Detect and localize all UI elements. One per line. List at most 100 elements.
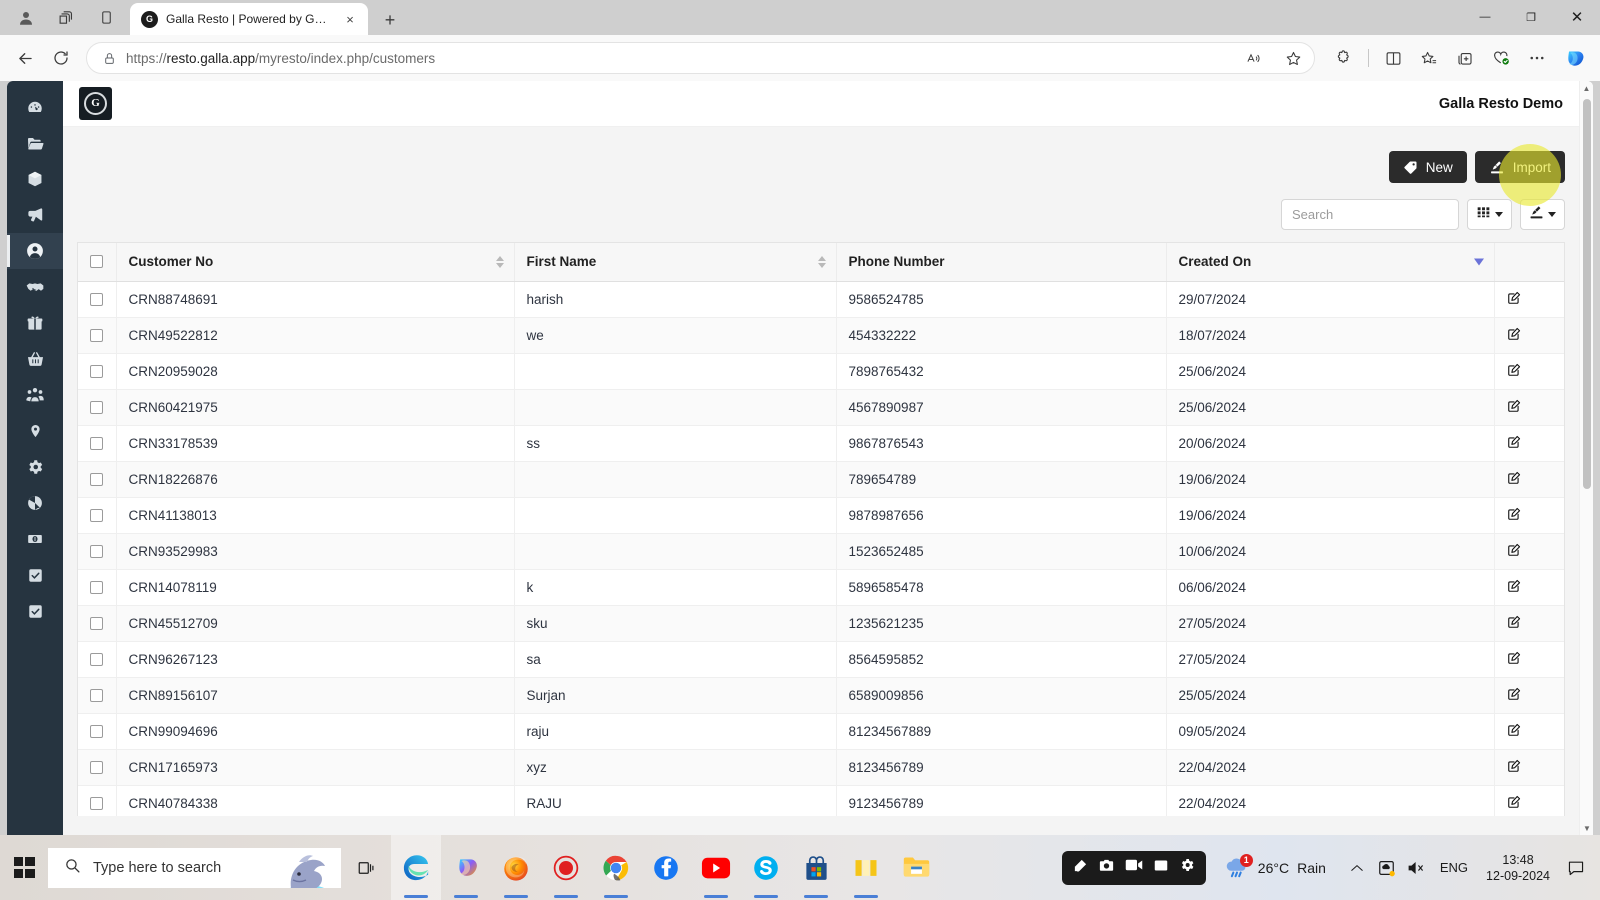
pen-icon[interactable] bbox=[1073, 858, 1088, 878]
row-checkbox[interactable] bbox=[90, 688, 103, 702]
table-row[interactable]: CRN40784338 RAJU 9123456789 22/04/2024 bbox=[78, 785, 1564, 816]
sidebar-item-inventory[interactable] bbox=[7, 161, 63, 197]
table-row[interactable]: CRN33178539 ss 9867876543 20/06/2024 bbox=[78, 425, 1564, 462]
taskbar-app-skype[interactable] bbox=[741, 835, 791, 900]
browser-essentials-icon[interactable] bbox=[1484, 41, 1518, 75]
search-input[interactable] bbox=[1281, 199, 1459, 230]
screen-capture-toolbar[interactable] bbox=[1061, 850, 1206, 885]
taskbar-app-app-yellow[interactable] bbox=[841, 835, 891, 900]
row-checkbox[interactable] bbox=[90, 472, 103, 486]
column-header-created-on[interactable]: Created On bbox=[1166, 243, 1495, 282]
favorites-icon[interactable] bbox=[1412, 41, 1446, 75]
chevron-up-icon[interactable] bbox=[1342, 853, 1372, 883]
collections-icon[interactable] bbox=[1448, 41, 1482, 75]
row-checkbox[interactable] bbox=[90, 364, 103, 378]
table-row[interactable]: CRN41138013 9878987656 19/06/2024 bbox=[78, 497, 1564, 534]
sidebar-item-dashboard[interactable] bbox=[7, 89, 63, 125]
table-row[interactable]: CRN20959028 7898765432 25/06/2024 bbox=[78, 353, 1564, 390]
taskbar-app-microsoft-copilot[interactable] bbox=[441, 835, 491, 900]
sidebar-item-loyalty[interactable] bbox=[7, 305, 63, 341]
more-options-icon[interactable] bbox=[1520, 41, 1554, 75]
table-row[interactable]: CRN49522812 we 454332222 18/07/2024 bbox=[78, 317, 1564, 354]
row-checkbox[interactable] bbox=[90, 724, 103, 738]
maximize-button[interactable]: ❐ bbox=[1508, 0, 1554, 34]
edit-square-icon[interactable] bbox=[1507, 723, 1521, 740]
row-checkbox[interactable] bbox=[90, 544, 103, 558]
weather-widget[interactable]: 1 26°C Rain bbox=[1224, 853, 1326, 879]
workspaces-icon[interactable] bbox=[46, 0, 86, 35]
star-icon[interactable] bbox=[1278, 43, 1308, 73]
windows-start-icon[interactable] bbox=[0, 835, 48, 900]
sidebar-item-customers[interactable] bbox=[7, 233, 63, 269]
edit-square-icon[interactable] bbox=[1507, 759, 1521, 776]
taskbar-app-microsoft-store[interactable] bbox=[791, 835, 841, 900]
row-checkbox[interactable] bbox=[90, 616, 103, 630]
taskbar-app-google-chrome[interactable] bbox=[591, 835, 641, 900]
sidebar-item-reports[interactable] bbox=[7, 485, 63, 521]
row-checkbox[interactable] bbox=[90, 328, 103, 342]
copilot-icon[interactable] bbox=[1556, 41, 1592, 75]
row-checkbox[interactable] bbox=[90, 580, 103, 594]
taskbar-app-microsoft-edge[interactable] bbox=[391, 835, 441, 900]
new-button[interactable]: New bbox=[1388, 151, 1467, 183]
column-header-customer-no[interactable]: Customer No bbox=[116, 243, 515, 282]
sidebar-item-settings[interactable] bbox=[7, 449, 63, 485]
table-row[interactable]: CRN45512709 sku 1235621235 27/05/2024 bbox=[78, 605, 1564, 642]
table-row[interactable]: CRN14078119 k 5896585478 06/06/2024 bbox=[78, 569, 1564, 606]
close-tab-icon[interactable]: × bbox=[340, 9, 360, 29]
gear-icon[interactable] bbox=[1179, 857, 1195, 878]
edit-square-icon[interactable] bbox=[1507, 471, 1521, 488]
edit-square-icon[interactable] bbox=[1507, 327, 1521, 344]
column-visibility-button[interactable] bbox=[1467, 199, 1512, 230]
taskbar-app-file-explorer[interactable] bbox=[891, 835, 941, 900]
sidebar-item-orders[interactable] bbox=[7, 341, 63, 377]
sidebar-item-staff[interactable] bbox=[7, 377, 63, 413]
close-window-button[interactable]: ✕ bbox=[1554, 0, 1600, 34]
taskbar-app-youtube[interactable] bbox=[691, 835, 741, 900]
column-header-phone-number[interactable]: Phone Number bbox=[836, 243, 1167, 282]
onedrive-icon[interactable] bbox=[1372, 853, 1402, 883]
page-scrollbar[interactable]: ▲ ▼ bbox=[1579, 81, 1593, 835]
taskbar-app-mozilla-firefox[interactable] bbox=[491, 835, 541, 900]
edit-square-icon[interactable] bbox=[1507, 363, 1521, 380]
volume-muted-icon[interactable] bbox=[1402, 853, 1432, 883]
column-header-first-name[interactable]: First Name bbox=[514, 243, 837, 282]
edit-square-icon[interactable] bbox=[1507, 795, 1521, 812]
row-checkbox[interactable] bbox=[90, 796, 103, 810]
table-row[interactable]: CRN99094696 raju 81234567889 09/05/2024 bbox=[78, 713, 1564, 750]
edit-square-icon[interactable] bbox=[1507, 435, 1521, 452]
edit-square-icon[interactable] bbox=[1507, 579, 1521, 596]
table-row[interactable]: CRN18226876 789654789 19/06/2024 bbox=[78, 461, 1564, 498]
edit-square-icon[interactable] bbox=[1507, 651, 1521, 668]
task-view-icon[interactable] bbox=[341, 835, 391, 900]
notification-icon[interactable] bbox=[1560, 853, 1592, 883]
split-screen-icon[interactable] bbox=[1376, 41, 1410, 75]
sidebar-item-approvals[interactable] bbox=[7, 593, 63, 629]
scrollbar-thumb[interactable] bbox=[1583, 99, 1591, 489]
table-row[interactable]: CRN89156107 Surjan 6589009856 25/05/2024 bbox=[78, 677, 1564, 714]
table-row[interactable]: CRN93529983 1523652485 10/06/2024 bbox=[78, 533, 1564, 570]
row-checkbox[interactable] bbox=[90, 400, 103, 414]
export-button[interactable] bbox=[1520, 199, 1565, 230]
scroll-down-arrow[interactable]: ▼ bbox=[1580, 821, 1593, 835]
sidebar-item-locations[interactable] bbox=[7, 413, 63, 449]
table-row[interactable]: CRN96267123 sa 8564595852 27/05/2024 bbox=[78, 641, 1564, 678]
edit-square-icon[interactable] bbox=[1507, 687, 1521, 704]
row-checkbox[interactable] bbox=[90, 652, 103, 666]
row-checkbox[interactable] bbox=[90, 508, 103, 522]
edit-square-icon[interactable] bbox=[1507, 507, 1521, 524]
language-indicator[interactable]: ENG bbox=[1432, 860, 1476, 875]
sidebar-item-suppliers[interactable] bbox=[7, 269, 63, 305]
row-checkbox[interactable] bbox=[90, 436, 103, 450]
brand-logo-icon[interactable]: G bbox=[79, 87, 112, 120]
camera-icon[interactable] bbox=[1098, 858, 1115, 878]
taskbar-clock[interactable]: 13:48 12-09-2024 bbox=[1476, 852, 1560, 884]
video-icon[interactable] bbox=[1125, 858, 1143, 877]
table-row[interactable]: CRN88748691 harish 9586524785 29/07/2024 bbox=[78, 281, 1564, 318]
refresh-icon[interactable] bbox=[44, 41, 78, 75]
table-row[interactable]: CRN60421975 4567890987 25/06/2024 bbox=[78, 389, 1564, 426]
taskbar-search-box[interactable]: Type here to search bbox=[48, 847, 341, 888]
extensions-icon[interactable] bbox=[1327, 41, 1361, 75]
address-bar[interactable]: https://resto.galla.app/myresto/index.ph… bbox=[86, 42, 1315, 74]
browser-tab[interactable]: G Galla Resto | Powered by Galla × bbox=[130, 3, 368, 35]
